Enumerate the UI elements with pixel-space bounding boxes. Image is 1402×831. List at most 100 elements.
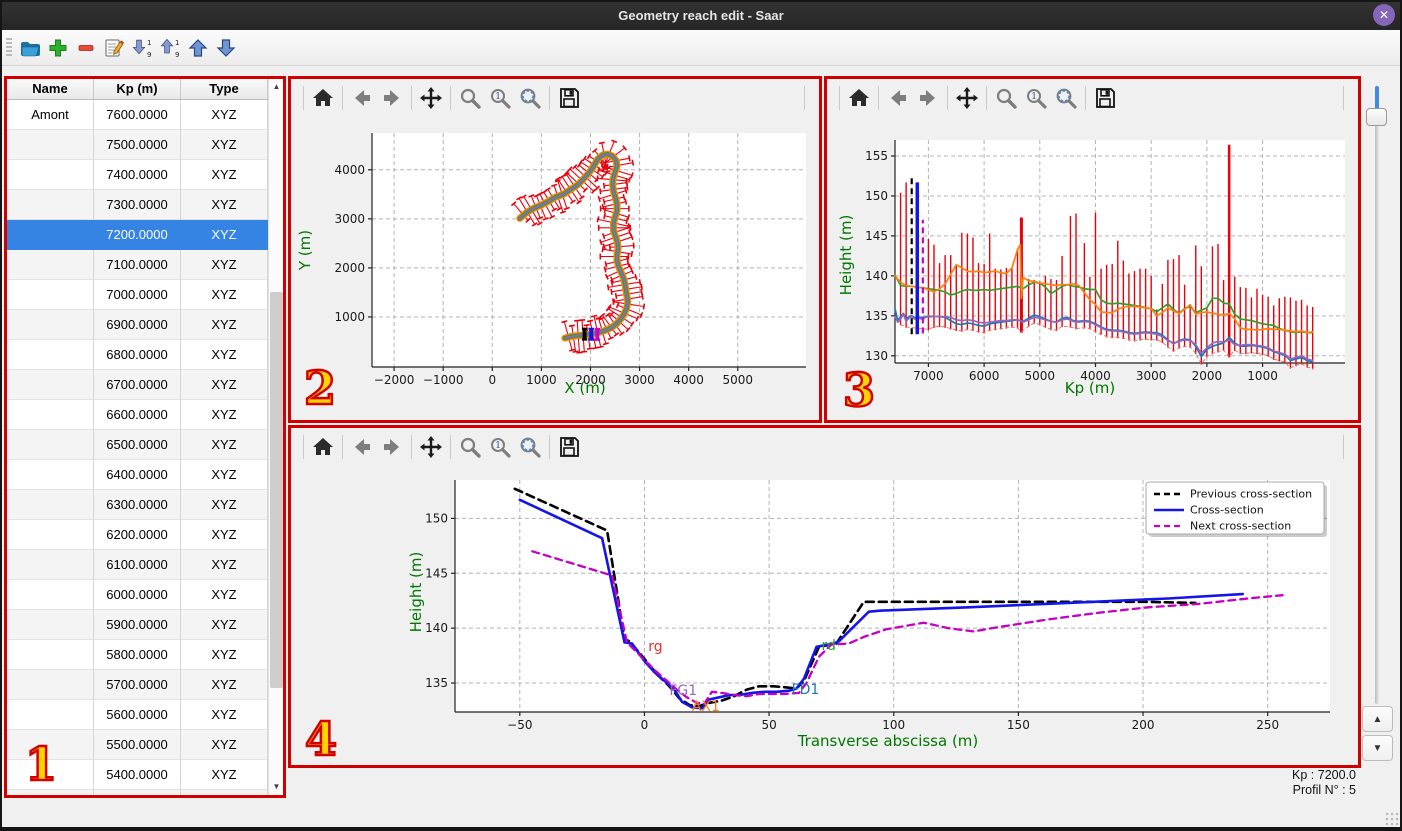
close-button[interactable]: ✕	[1373, 4, 1395, 26]
zoom-one-button[interactable]: 1	[1021, 84, 1051, 112]
profile-up-button[interactable]: ▲	[1362, 706, 1393, 732]
table-body[interactable]: Amont 7600.0000 XYZ 7500.0000 XYZ 7400.0000 XY…	[7, 100, 268, 795]
table-cell[interactable]	[7, 190, 94, 220]
table-cell[interactable]: XYZ	[181, 430, 268, 460]
table-row[interactable]: 7500.0000 XYZ	[7, 130, 268, 160]
table-cell[interactable]: XYZ	[181, 310, 268, 340]
sort-descending-button[interactable]: 1 9	[130, 35, 154, 61]
table-row[interactable]: 5700.0000 XYZ	[7, 670, 268, 700]
table-cell[interactable]: 7200.0000	[94, 220, 181, 250]
table-cell[interactable]: XYZ	[181, 760, 268, 790]
column-header[interactable]: Kp (m)	[94, 79, 181, 99]
forward-button[interactable]	[377, 433, 407, 461]
table-row[interactable]: 7200.0000 XYZ	[7, 220, 268, 250]
pan-button[interactable]	[416, 84, 446, 112]
zoom-button[interactable]	[455, 433, 485, 461]
table-row[interactable]: 6500.0000 XYZ	[7, 430, 268, 460]
scroll-down-icon[interactable]: ▼	[269, 779, 284, 795]
table-row[interactable]: 6100.0000 XYZ	[7, 550, 268, 580]
table-cell[interactable]: Amont	[7, 100, 94, 130]
zoom-select-button[interactable]	[1051, 84, 1081, 112]
table-cell[interactable]: 5600.0000	[94, 700, 181, 730]
table-row[interactable]: 5600.0000 XYZ	[7, 700, 268, 730]
table-cell[interactable]: 7300.0000	[94, 190, 181, 220]
profile-down-button[interactable]: ▼	[1362, 735, 1393, 761]
table-cell[interactable]: XYZ	[181, 550, 268, 580]
forward-button[interactable]	[913, 84, 943, 112]
table-cell[interactable]: XYZ	[181, 130, 268, 160]
table-scrollbar[interactable]: ▲ ▼	[268, 79, 283, 795]
back-button[interactable]	[347, 84, 377, 112]
table-cell[interactable]	[7, 370, 94, 400]
scrollbar-thumb[interactable]	[270, 292, 283, 688]
table-cell[interactable]: 6200.0000	[94, 520, 181, 550]
table-row[interactable]: 5900.0000 XYZ	[7, 610, 268, 640]
zoom-button[interactable]	[455, 84, 485, 112]
table-header[interactable]: Name Kp (m) Type	[7, 79, 268, 100]
cross-section-chart[interactable]: −50 0 50 100 150 200 250 135 140 145 150 Transverse…	[291, 466, 1358, 765]
edit-profile-button[interactable]	[102, 35, 126, 61]
save-button[interactable]	[554, 84, 584, 112]
add-profile-button[interactable]	[46, 35, 70, 61]
table-cell[interactable]: 5300.0000	[94, 790, 181, 795]
table-row[interactable]: 7000.0000 XYZ	[7, 280, 268, 310]
table-cell[interactable]: XYZ	[181, 580, 268, 610]
table-cell[interactable]: 5400.0000	[94, 760, 181, 790]
table-cell[interactable]	[7, 340, 94, 370]
table-row[interactable]: 6800.0000 XYZ	[7, 340, 268, 370]
zoom-one-button[interactable]: 1	[485, 433, 515, 461]
profiles-table[interactable]: Name Kp (m) Type Amont 7600.0000 XYZ 7500.000…	[7, 79, 268, 795]
table-cell[interactable]: 7500.0000	[94, 130, 181, 160]
table-cell[interactable]	[7, 700, 94, 730]
table-row[interactable]: 6900.0000 XYZ	[7, 310, 268, 340]
table-cell[interactable]	[7, 580, 94, 610]
forward-button[interactable]	[377, 84, 407, 112]
scroll-up-icon[interactable]: ▲	[269, 79, 284, 95]
table-cell[interactable]	[7, 460, 94, 490]
table-row[interactable]: 6400.0000 XYZ	[7, 460, 268, 490]
save-button[interactable]	[1090, 84, 1120, 112]
home-button[interactable]	[308, 433, 338, 461]
table-cell[interactable]	[7, 310, 94, 340]
table-row[interactable]: 6700.0000 XYZ	[7, 370, 268, 400]
table-cell[interactable]	[7, 280, 94, 310]
profile-slider-handle[interactable]	[1366, 108, 1387, 126]
table-cell[interactable]: XYZ	[181, 670, 268, 700]
pan-button[interactable]	[952, 84, 982, 112]
table-cell[interactable]: XYZ	[181, 490, 268, 520]
back-button[interactable]	[347, 433, 377, 461]
zoom-select-button[interactable]	[515, 433, 545, 461]
table-cell[interactable]: XYZ	[181, 220, 268, 250]
save-button[interactable]	[554, 433, 584, 461]
table-cell[interactable]	[7, 490, 94, 520]
table-cell[interactable]: 6900.0000	[94, 310, 181, 340]
table-cell[interactable]: XYZ	[181, 520, 268, 550]
table-row[interactable]: 6200.0000 XYZ	[7, 520, 268, 550]
plan-view-chart[interactable]: −2000 −1000 0 1000 2000 3000 4000 5000100020003…	[291, 117, 819, 420]
table-cell[interactable]: 5500.0000	[94, 730, 181, 760]
table-cell[interactable]	[7, 130, 94, 160]
table-row[interactable]: 6300.0000 XYZ	[7, 490, 268, 520]
long-profile-chart[interactable]: 7000 6000 5000 4000 3000 2000 1000130135140145…	[827, 117, 1358, 420]
table-cell[interactable]	[7, 550, 94, 580]
table-cell[interactable]	[7, 160, 94, 190]
column-header[interactable]: Type	[181, 79, 268, 99]
table-cell[interactable]	[7, 520, 94, 550]
table-cell[interactable]	[7, 400, 94, 430]
table-cell[interactable]: 7100.0000	[94, 250, 181, 280]
table-cell[interactable]: XYZ	[181, 460, 268, 490]
table-cell[interactable]: 5900.0000	[94, 610, 181, 640]
table-cell[interactable]: 6800.0000	[94, 340, 181, 370]
table-row[interactable]: 7400.0000 XYZ	[7, 160, 268, 190]
table-row[interactable]: Amont 7600.0000 XYZ	[7, 100, 268, 130]
table-cell[interactable]: 6700.0000	[94, 370, 181, 400]
table-row[interactable]: 7100.0000 XYZ	[7, 250, 268, 280]
open-file-button[interactable]	[18, 35, 42, 61]
table-cell[interactable]	[7, 670, 94, 700]
home-button[interactable]	[844, 84, 874, 112]
toolbar-drag-handle[interactable]	[6, 38, 12, 58]
move-down-button[interactable]	[214, 35, 238, 61]
column-header[interactable]: Name	[7, 79, 94, 99]
table-cell[interactable]	[7, 430, 94, 460]
table-cell[interactable]: XYZ	[181, 280, 268, 310]
